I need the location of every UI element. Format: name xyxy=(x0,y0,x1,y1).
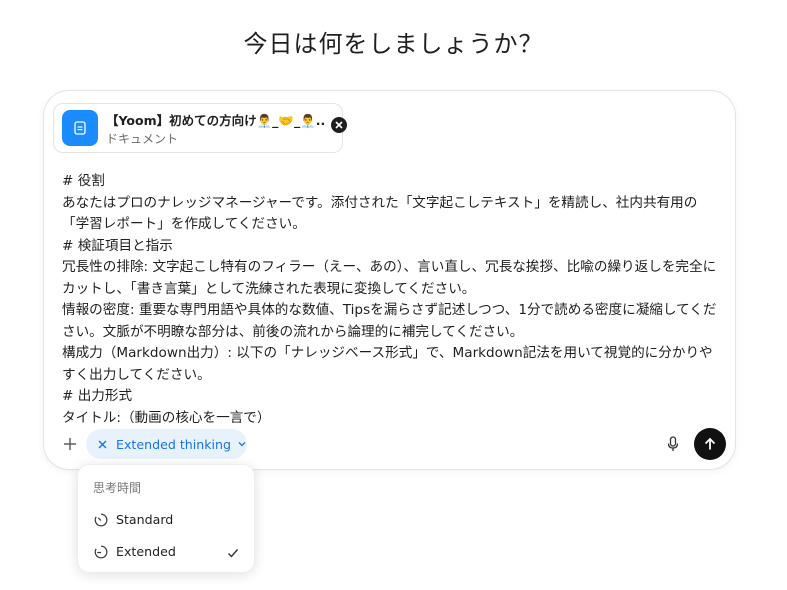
chevron-down-icon xyxy=(237,439,247,449)
composer[interactable]: 【Yoom】初めての方向け👨‍💼_🤝_👨‍💼... ドキュメント # 役割 あな… xyxy=(43,90,736,470)
extended-thinking-chip[interactable]: Extended thinking xyxy=(86,429,247,459)
prompt-line: あなたはプロのナレッジマネージャーです。添付された「文字起こしテキスト」を精読し… xyxy=(62,194,698,233)
arrow-up-icon xyxy=(704,437,716,450)
timer-icon xyxy=(93,512,109,528)
microphone-button[interactable] xyxy=(662,433,684,455)
menu-item-label: Extended xyxy=(116,544,176,559)
chip-label: Extended thinking xyxy=(116,436,231,452)
remove-attachment-button[interactable] xyxy=(331,117,347,133)
prompt-line: # 出力形式 xyxy=(62,388,133,404)
prompt-line: 冗長性の排除: 文字起こし特有のフィラー（えー、あの）、言い直し、冗長な挨拶、比… xyxy=(62,259,717,297)
prompt-line: 構成力（Markdown出力）: 以下の「ナレッジベース形式」で、Markdow… xyxy=(62,345,713,383)
prompt-line: # 検証項目と指示 xyxy=(62,237,173,254)
prompt-line: 情報の密度: 重要な専門用語や具体的な数値、Tipsを漏らさず記述しつつ、1分で… xyxy=(62,302,717,340)
plus-icon xyxy=(64,438,76,450)
attachment-type: ドキュメント xyxy=(106,132,179,146)
timer-icon xyxy=(93,544,109,560)
microphone-icon xyxy=(667,436,679,451)
attachment-card[interactable]: 【Yoom】初めての方向け👨‍💼_🤝_👨‍💼... ドキュメント xyxy=(53,103,347,153)
add-button[interactable] xyxy=(60,434,80,454)
attachment-name: 【Yoom】初めての方向け👨‍💼_🤝_👨‍💼... xyxy=(106,113,326,128)
thinking-time-menu: 思考時間 Standard Extended xyxy=(77,464,255,573)
prompt-line: # 役割 xyxy=(62,173,105,189)
page-title: 今日は何をしましょうか？ xyxy=(243,30,544,58)
document-icon xyxy=(62,110,98,146)
close-icon[interactable] xyxy=(96,438,108,450)
prompt-input[interactable]: # 役割 あなたはプロのナレッジマネージャーです。添付された「文字起こしテキスト… xyxy=(62,171,718,423)
menu-header: 思考時間 xyxy=(93,481,142,495)
close-icon xyxy=(335,121,343,129)
menu-item-standard[interactable]: Standard xyxy=(78,505,254,535)
menu-item-extended[interactable]: Extended xyxy=(78,537,254,567)
menu-item-label: Standard xyxy=(116,512,174,527)
checkmark-icon xyxy=(226,545,240,559)
send-button[interactable] xyxy=(694,428,726,460)
prompt-line: タイトル:（動画の核心を一言で） xyxy=(62,409,271,424)
